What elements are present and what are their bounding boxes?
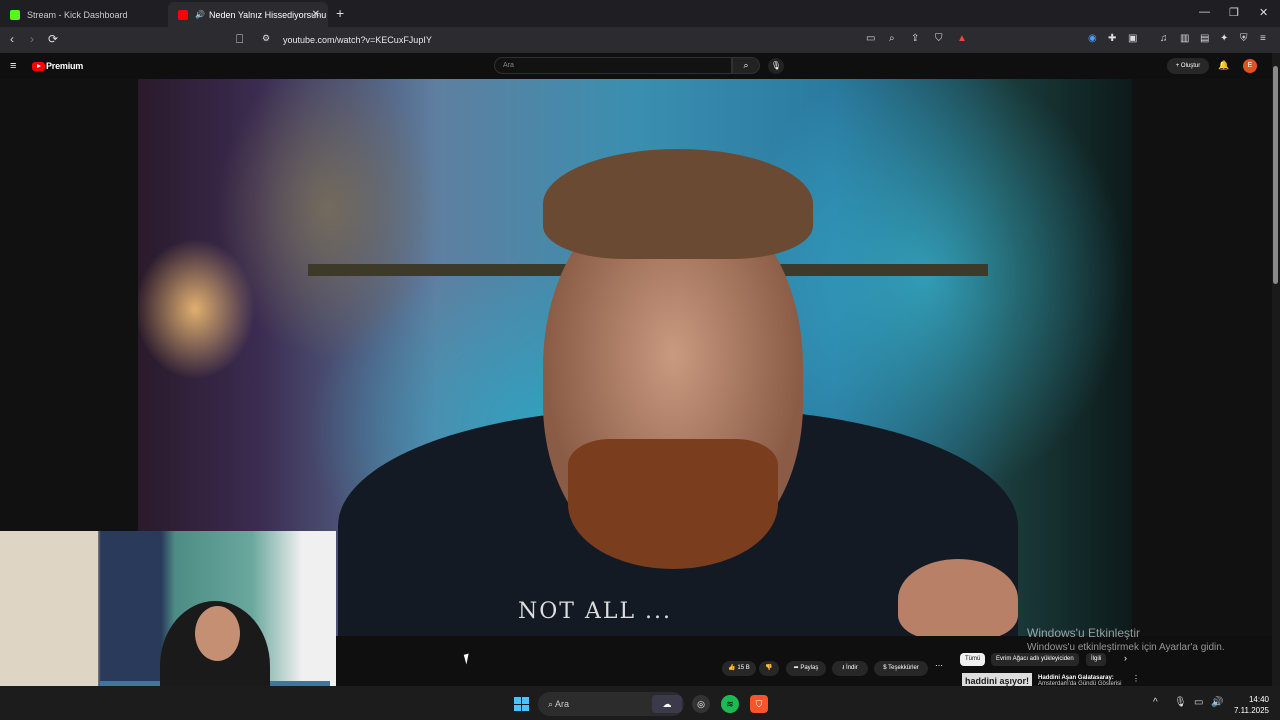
media-icon[interactable]: ♫ — [1160, 33, 1168, 44]
video-person-hand — [898, 559, 1018, 636]
new-tab-button[interactable]: + — [336, 5, 344, 21]
chip-all[interactable]: Tümü — [960, 653, 986, 666]
back-icon[interactable]: ‹ — [10, 32, 14, 46]
share-icon[interactable]: ⇪ — [911, 33, 919, 44]
chip-related[interactable]: İlgili — [1086, 653, 1107, 666]
share-label: Paylaş — [800, 665, 819, 671]
microphone-tray-icon[interactable]: 🎙 — [1174, 697, 1187, 708]
taskbar-clock[interactable]: 14:40 7.11.2025 — [1229, 694, 1269, 716]
like-button[interactable]: 👍 15 B — [722, 661, 756, 676]
network-icon[interactable]: ▭ — [1194, 697, 1203, 708]
notifications-icon[interactable]: 🔔 — [1218, 60, 1229, 71]
cast-icon[interactable]: ▭ — [866, 33, 875, 44]
audio-icon[interactable]: ◉ — [1088, 33, 1097, 44]
avatar[interactable]: E — [1243, 59, 1257, 73]
windows-start-icon[interactable] — [514, 697, 529, 711]
thanks-button[interactable]: $ Teşekkürler — [874, 661, 928, 676]
create-button[interactable]: + Oluştur — [1167, 58, 1209, 74]
dislike-button[interactable]: 👎 — [759, 661, 779, 676]
voice-search-button[interactable]: 🎙 — [768, 58, 784, 74]
minimize-icon[interactable]: — — [1199, 6, 1210, 18]
windows-activation-title: Windows'u Etkinleştir — [1027, 626, 1140, 640]
brave-rewards-icon[interactable]: ▲ — [957, 33, 967, 44]
bookmark-icon[interactable]: ⎕ — [236, 32, 243, 47]
tab-title: Stream - Kick Dashboard — [27, 9, 128, 20]
volume-icon[interactable]: 🔊 — [1211, 697, 1223, 708]
tab-title: Neden Yalnız Hissediyorsunu — [208, 9, 327, 20]
video-person-hair — [543, 149, 813, 259]
sidebar-icon[interactable]: ▥ — [1180, 33, 1189, 44]
recommendation-menu-icon[interactable]: ⋮ — [1132, 674, 1140, 683]
more-actions-icon[interactable]: ⋯ — [935, 661, 943, 670]
screenshot-icon[interactable]: ▣ — [1128, 33, 1137, 44]
search-input[interactable]: Ara — [494, 57, 732, 74]
address-bar[interactable]: youtube.com/watch?v=KECuxFJupIY — [283, 35, 432, 45]
webcam-face — [195, 606, 240, 661]
wallet-icon[interactable]: ▤ — [1200, 33, 1209, 44]
tray-overflow-icon[interactable]: ^ — [1153, 697, 1158, 708]
thumbs-down-icon: 👎 — [765, 665, 773, 671]
vpn-icon[interactable]: ⛨ — [1240, 33, 1248, 44]
search-button[interactable]: ⌕ — [732, 57, 760, 74]
spotify-icon[interactable]: ≋ — [721, 695, 739, 713]
download-button[interactable]: ⭳ İndir — [832, 661, 868, 676]
clock-time: 14:40 — [1248, 695, 1269, 704]
create-label: Oluştur — [1180, 63, 1201, 69]
microphone-icon: 🎙 — [770, 61, 782, 70]
close-tab-icon[interactable]: ✕ — [312, 9, 320, 20]
shirt-text: NOT ALL ... — [518, 599, 673, 624]
clock-date: 7.11.2025 — [1234, 706, 1269, 715]
extensions-icon[interactable]: ✚ — [1108, 33, 1116, 44]
guide-menu-icon[interactable]: ≡ — [10, 60, 16, 72]
widgets-icon[interactable]: ☁ — [652, 695, 682, 713]
thanks-label: Teşekkürler — [888, 665, 919, 671]
app-icon[interactable]: ◎ — [692, 695, 710, 713]
restore-icon[interactable]: ❐ — [1229, 6, 1239, 19]
tab-kick-dashboard[interactable]: Stream - Kick Dashboard — [0, 2, 160, 27]
scrollbar-thumb[interactable] — [1273, 66, 1278, 284]
taskbar-search-label: Ara — [555, 699, 570, 709]
forward-icon[interactable]: › — [30, 32, 34, 46]
close-window-icon[interactable]: ✕ — [1259, 6, 1268, 19]
leo-ai-icon[interactable]: ✦ — [1220, 33, 1228, 44]
like-count: 15 B — [737, 665, 750, 671]
search-icon: ⌕ — [743, 60, 749, 70]
brave-browser-icon[interactable]: ⛉ — [750, 695, 768, 713]
download-label: İndir — [846, 665, 858, 671]
video-person-beard — [568, 439, 778, 569]
site-settings-icon[interactable]: ⚙ — [262, 33, 270, 44]
speaker-icon: 🔊 — [195, 10, 205, 19]
chevron-right-icon[interactable]: › — [1124, 653, 1127, 663]
menu-icon[interactable]: ≡ — [1260, 33, 1266, 44]
chip-uploader[interactable]: Evrim Ağacı adlı yükleyiciden — [991, 653, 1079, 666]
windows-activation-text: Windows'u etkinleştirmek için Ayarlar'a … — [1027, 642, 1225, 653]
youtube-premium-logo[interactable]: Premium — [46, 61, 83, 71]
zoom-icon[interactable]: ⌕ — [889, 33, 895, 44]
youtube-favicon-icon — [178, 9, 188, 20]
reload-icon[interactable]: ⟳ — [48, 32, 58, 46]
kick-favicon-icon — [10, 9, 20, 20]
youtube-logo-icon[interactable] — [32, 62, 45, 71]
brave-shield-icon[interactable]: ⛉ — [935, 33, 943, 44]
tab-youtube-video[interactable]: 🔊 Neden Yalnız Hissediyorsunu ✕ — [168, 2, 328, 27]
share-button[interactable]: ➦ Paylaş — [786, 661, 826, 676]
